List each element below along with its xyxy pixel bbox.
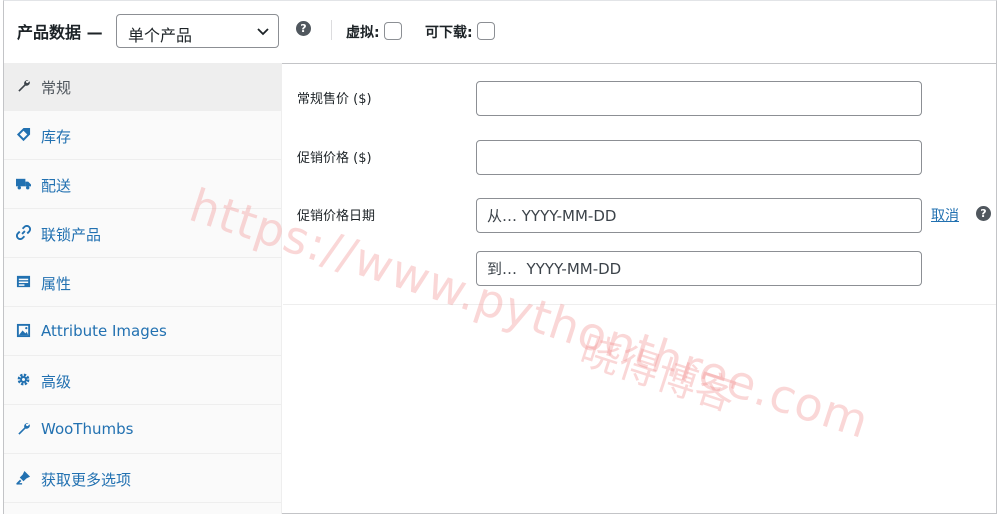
- chevron-down-icon: [257, 28, 269, 36]
- list-icon: [16, 275, 31, 288]
- tab-label: 属性: [41, 275, 72, 293]
- tab-label: 获取更多选项: [41, 471, 132, 489]
- sale-date-from-input[interactable]: [476, 198, 922, 233]
- tab-shipping[interactable]: 配送: [4, 161, 282, 209]
- gear-icon: [17, 373, 30, 386]
- plugin-icon: [16, 470, 31, 485]
- virtual-checkbox[interactable]: [384, 22, 402, 40]
- wrench-icon: [18, 423, 30, 435]
- downloadable-checkbox[interactable]: [477, 22, 495, 40]
- product-type-select[interactable]: 单个产品: [116, 14, 279, 48]
- tab-advanced[interactable]: 高级: [4, 357, 282, 405]
- tab-label: 高级: [41, 373, 72, 391]
- cancel-schedule-link[interactable]: 取消: [931, 205, 959, 225]
- tab-get-more-options[interactable]: 获取更多选项: [4, 455, 282, 503]
- tab-label: 库存: [41, 128, 72, 146]
- downloadable-label: 可下载:: [425, 25, 473, 41]
- panel-title: 产品数据 —: [17, 23, 103, 42]
- tab-label: WooThumbs: [41, 420, 134, 438]
- image-icon: [16, 323, 31, 338]
- tab-attributes[interactable]: 属性: [4, 259, 282, 307]
- product-data-header: 产品数据 — 单个产品 ? 虚拟: 可下载:: [4, 1, 996, 64]
- tab-label: Attribute Images: [41, 322, 167, 340]
- tab-label: 联锁产品: [41, 226, 102, 244]
- tab-linked-products[interactable]: 联锁产品: [4, 210, 282, 258]
- wrench-icon: [18, 80, 30, 92]
- sale-price-label: 促销价格 ($): [297, 151, 372, 166]
- tab-inventory[interactable]: 库存: [4, 112, 282, 160]
- tab-label: 配送: [41, 177, 72, 195]
- divider: [331, 20, 332, 40]
- sale-price-input[interactable]: [476, 140, 922, 175]
- sale-dates-label: 促销价格日期: [297, 209, 376, 224]
- product-type-value: 单个产品: [128, 26, 193, 45]
- help-icon[interactable]: ?: [296, 21, 311, 36]
- product-data-panel: 产品数据 — 单个产品 ? 虚拟: 可下载: 常规 库存 配送 联锁产品 属性 …: [3, 0, 997, 514]
- tab-label: 常规: [41, 79, 72, 97]
- general-options-panel: 常规售价 ($) 促销价格 ($) 促销价格日期 取消 ?: [283, 63, 996, 305]
- link-icon: [16, 225, 31, 240]
- regular-price-input[interactable]: [476, 81, 922, 116]
- tag-icon: [16, 127, 31, 142]
- product-data-tabs: 常规 库存 配送 联锁产品 属性 Attribute Images 高级 Woo…: [4, 63, 282, 514]
- regular-price-label: 常规售价 ($): [297, 92, 372, 107]
- virtual-label: 虚拟:: [346, 25, 380, 41]
- tab-general[interactable]: 常规: [4, 63, 282, 111]
- truck-icon: [16, 178, 31, 190]
- help-icon[interactable]: ?: [976, 206, 991, 221]
- sale-date-to-input[interactable]: [476, 251, 922, 286]
- tab-attribute-images[interactable]: Attribute Images: [4, 308, 282, 356]
- tab-woothumbs[interactable]: WooThumbs: [4, 406, 282, 454]
